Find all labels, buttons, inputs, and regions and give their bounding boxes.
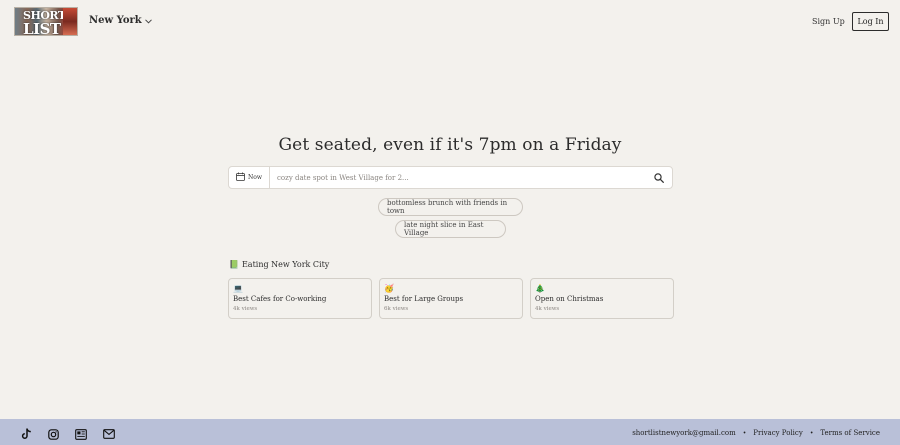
card-views: 6k views: [384, 306, 409, 312]
section-title: Eating New York City: [241, 260, 330, 269]
footer: shortlistnewyork@gmail.com • Privacy Pol…: [0, 419, 900, 445]
card-title: Best for Large Groups: [384, 295, 464, 303]
logo-text: SHORT LIST: [23, 10, 66, 36]
section-heading: 📗 Eating New York City: [229, 260, 329, 269]
calendar-icon: [236, 172, 245, 183]
newspaper-icon[interactable]: [75, 428, 87, 440]
logo[interactable]: SHORT LIST: [14, 7, 78, 36]
tiktok-icon[interactable]: [20, 428, 32, 440]
laptop-icon: 💻: [233, 284, 243, 293]
terms-of-service-link[interactable]: Terms of Service: [820, 429, 880, 437]
christmas-tree-icon: 🎄: [535, 284, 545, 293]
card-views: 4k views: [535, 306, 560, 312]
page-title: Get seated, even if it's 7pm on a Friday: [278, 135, 622, 155]
footer-links: shortlistnewyork@gmail.com • Privacy Pol…: [632, 429, 880, 437]
list-card[interactable]: 🥳 Best for Large Groups 6k views: [379, 278, 523, 319]
instagram-icon[interactable]: [47, 428, 59, 440]
separator: •: [742, 429, 747, 437]
card-views: 4k views: [233, 306, 258, 312]
suggestion-chip[interactable]: late night slice in East Village: [395, 220, 506, 238]
chevron-down-icon: [144, 16, 152, 26]
book-icon: 📗: [229, 260, 239, 269]
list-card[interactable]: 💻 Best Cafes for Co-working 4k views: [228, 278, 372, 319]
party-face-icon: 🥳: [384, 284, 394, 293]
mail-icon[interactable]: [103, 428, 115, 440]
privacy-policy-link[interactable]: Privacy Policy: [753, 429, 803, 437]
card-title: Open on Christmas: [535, 295, 604, 303]
sign-up-link[interactable]: Sign Up: [812, 17, 845, 26]
contact-email-link[interactable]: shortlistnewyork@gmail.com: [632, 429, 736, 437]
logo-accent: [63, 8, 77, 35]
logo-line-2: LIST: [23, 20, 61, 36]
search-icon: [654, 168, 664, 187]
card-title: Best Cafes for Co-working: [233, 295, 327, 303]
date-label: Now: [248, 174, 262, 181]
suggestion-chip[interactable]: bottomless brunch with friends in town: [378, 198, 523, 216]
date-picker-button[interactable]: Now: [229, 167, 270, 188]
city-label: New York: [89, 15, 142, 26]
header: SHORT LIST New York Sign Up Log In: [0, 0, 900, 44]
separator: •: [809, 429, 814, 437]
search-input[interactable]: [270, 167, 646, 188]
list-cards: 💻 Best Cafes for Co-working 4k views 🥳 B…: [228, 278, 674, 319]
search-bar: Now: [228, 166, 673, 189]
city-selector[interactable]: New York: [89, 15, 152, 26]
search-button[interactable]: [646, 167, 672, 188]
list-card[interactable]: 🎄 Open on Christmas 4k views: [530, 278, 674, 319]
log-in-button[interactable]: Log In: [852, 12, 889, 31]
